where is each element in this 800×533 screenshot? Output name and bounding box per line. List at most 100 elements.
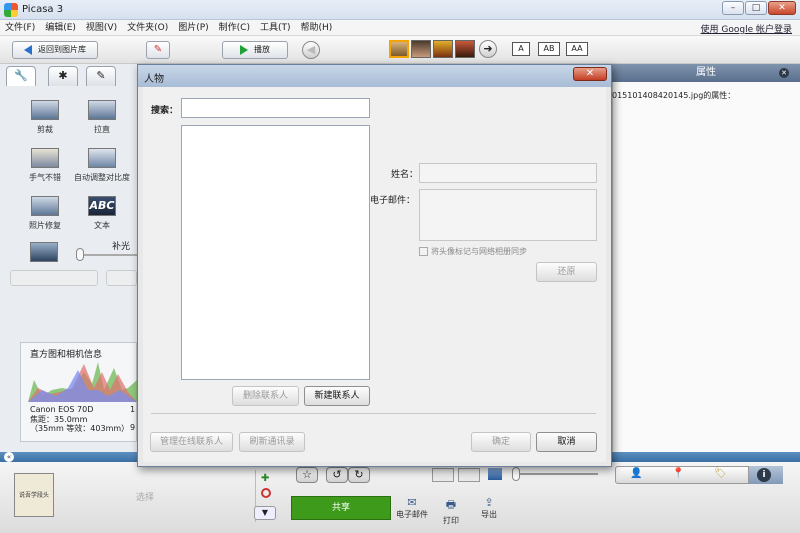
people-icon[interactable]: 👤 (630, 468, 642, 479)
email-field[interactable] (419, 189, 597, 241)
hold-icon[interactable]: ✚ (261, 473, 269, 484)
close-window-button[interactable]: ✕ (768, 1, 796, 15)
straighten-thumbnail (88, 100, 116, 120)
contact-list[interactable] (181, 125, 370, 380)
retouch-tool[interactable]: 照片修复 (15, 196, 75, 231)
menu-bar: 文件(F) 编辑(E) 视图(V) 文件夹(O) 图片(P) 制作(C) 工具(T) 帮助(H… (0, 20, 800, 36)
new-contact-button[interactable]: 新建联系人 (304, 386, 370, 406)
properties-header: 属性 (612, 64, 800, 82)
dialog-title: 人物 (144, 74, 164, 85)
window-titlebar (0, 0, 800, 20)
printer-icon: 🖶 (445, 498, 457, 511)
crop-tool[interactable]: 剪裁 (15, 100, 75, 135)
text-tool[interactable]: ABC 文本 (72, 196, 132, 231)
email-label: 电子邮件： (370, 196, 416, 206)
rotate-right-button[interactable]: ↻ (348, 467, 370, 483)
clear-selection-icon[interactable] (261, 488, 271, 498)
picasa-logo-icon (4, 3, 18, 17)
next-image-button[interactable]: ➜ (479, 40, 497, 58)
google-login-link[interactable]: 使用 Google 帐户登录 (701, 22, 792, 35)
thumbnail-4[interactable] (455, 40, 475, 58)
straighten-tool[interactable]: 拉直 (72, 100, 132, 135)
thumbnail-size-icon (488, 468, 502, 480)
auto-contrast-tool[interactable]: 自动调整对比度 (72, 148, 132, 183)
info-icon: i (757, 468, 771, 482)
view-grid-button[interactable] (432, 468, 454, 482)
ok-button[interactable]: 确定 (471, 432, 531, 452)
caption-mode-a[interactable]: A (512, 42, 530, 56)
restore-button[interactable]: 还原 (536, 262, 597, 282)
select-label: 选择 (136, 493, 155, 503)
email-button[interactable]: ✉ 电子邮件 (394, 496, 430, 520)
thumbnail-size-track (514, 473, 598, 475)
menu-picture[interactable]: 图片(P) (173, 20, 213, 36)
previous-image-button[interactable]: ◀ (302, 41, 320, 59)
rotate-left-button[interactable]: ↺ (326, 467, 348, 483)
text-thumbnail: ABC (88, 196, 116, 216)
tags-icon[interactable]: 🏷 (714, 468, 727, 479)
view-strip-button[interactable] (458, 468, 480, 482)
sun-icon: ✱ (58, 69, 68, 82)
search-input[interactable] (181, 98, 370, 118)
menu-file[interactable]: 文件(F) (0, 20, 40, 36)
properties-filename: 015101408420145.jpg的属性： (612, 91, 736, 100)
fill-light-slider[interactable] (76, 248, 84, 261)
crop-thumbnail (31, 100, 59, 120)
slideshow-effects-button[interactable]: ✎ (146, 41, 170, 59)
menu-view[interactable]: 视图(V) (81, 20, 122, 36)
menu-tools[interactable]: 工具(T) (255, 20, 296, 36)
thumbnail-1[interactable] (389, 40, 409, 58)
maximize-button[interactable]: □ (745, 1, 767, 15)
tab-tuning[interactable]: ✱ (48, 66, 78, 86)
brush-icon: ✎ (96, 69, 106, 82)
search-label: 搜索： (151, 106, 179, 116)
places-icon[interactable]: 📍 (672, 468, 684, 479)
menu-help[interactable]: 帮助(H) (296, 20, 338, 36)
caption-mode-ab[interactable]: AB (538, 42, 560, 56)
lucky-thumbnail (31, 148, 59, 168)
feeling-lucky-tool[interactable]: 手气不错 (15, 148, 75, 183)
sync-label: 将头像标记与网络相册同步 (431, 247, 527, 256)
menu-folder[interactable]: 文件夹(O) (122, 20, 173, 36)
manage-online-contacts-button[interactable]: 管理在线联系人 (150, 432, 233, 452)
add-to-album-icon[interactable]: ▼ (254, 506, 276, 520)
thumbnail-3[interactable] (433, 40, 453, 58)
undo-button[interactable] (10, 270, 98, 286)
play-button[interactable]: 播放 (222, 41, 288, 59)
menu-edit[interactable]: 编辑(E) (40, 20, 81, 36)
tab-basic-fixes[interactable]: 🔧 (6, 66, 36, 86)
cancel-button[interactable]: 取消 (536, 432, 597, 452)
camera-model: Canon EOS 70D (30, 405, 94, 414)
wrench-icon: 🔧 (14, 69, 28, 82)
share-button[interactable]: 共享 (291, 496, 391, 520)
thumbnail-2[interactable] (411, 40, 431, 58)
thumbnail-size-slider[interactable] (512, 467, 520, 481)
dialog-close-button[interactable]: ✕ (573, 67, 607, 81)
print-button[interactable]: 🖶 打印 (433, 496, 469, 526)
refresh-contacts-button[interactable]: 刷新通讯录 (239, 432, 305, 452)
tab-effects[interactable]: ✎ (86, 66, 116, 86)
redo-button[interactable] (106, 270, 137, 286)
delete-contact-button[interactable]: 删除联系人 (232, 386, 299, 406)
envelope-icon: ✉ (407, 496, 417, 509)
export-icon: ⇪ (484, 496, 494, 509)
close-properties-icon[interactable]: ✕ (779, 68, 789, 78)
equiv-focal-length: （35mm 等效：403mm） (30, 424, 130, 433)
name-field[interactable] (419, 163, 597, 183)
tray-thumbnail[interactable]: 说吾学段头 (14, 473, 54, 517)
contrast-thumbnail (88, 148, 116, 168)
menu-create[interactable]: 制作(C) (214, 20, 255, 36)
extra-info-1: 1 (130, 405, 136, 414)
people-dialog: 人物 ✕ 搜索： 删除联系人 新建联系人 姓名： 电子邮件： 将头像标记与网络相… (137, 64, 612, 467)
caption-mode-aa[interactable]: AA (566, 42, 588, 56)
minimize-button[interactable]: – (722, 1, 744, 15)
back-to-library-button[interactable]: 返回到图片库 (12, 41, 98, 59)
properties-panel (612, 64, 800, 454)
star-button[interactable]: ☆ (296, 467, 318, 483)
window-title: Picasa 3 (22, 4, 64, 15)
retouch-thumbnail (31, 196, 59, 216)
export-button[interactable]: ⇪ 导出 (471, 496, 507, 520)
collapse-tray-icon[interactable]: « (4, 452, 14, 462)
sync-checkbox[interactable] (419, 247, 428, 256)
fill-light-label: 补光 (112, 242, 131, 252)
